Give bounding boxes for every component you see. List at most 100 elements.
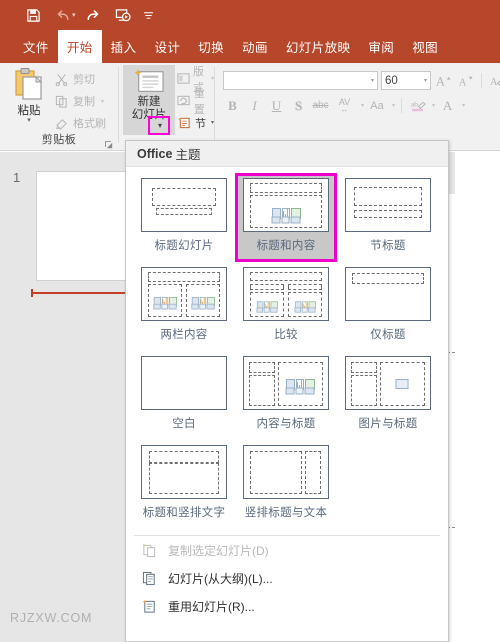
layout-blank[interactable]: 空白 (133, 351, 235, 440)
clear-formatting-button[interactable]: A (488, 71, 500, 90)
layout-thumbnail (141, 445, 227, 499)
gallery-header-rest: 主题 (175, 148, 201, 162)
ribbon-group-font: ▾ 60 ▾ A A A B I U S abc AV ↔ ▾ Aa ▾ ab … (215, 63, 500, 151)
svg-text:A: A (459, 77, 467, 88)
font-size-input[interactable]: 60 ▾ (381, 71, 431, 90)
italic-button[interactable]: I (245, 96, 264, 115)
tab-slideshow[interactable]: 幻灯片放映 (277, 30, 360, 63)
layout-section-header[interactable]: 节标题 (337, 173, 439, 262)
font-color-caret[interactable]: ▾ (462, 102, 465, 109)
tab-file[interactable]: 文件 (14, 30, 58, 63)
slides-from-outline-icon (140, 569, 158, 587)
svg-text:ab: ab (411, 99, 418, 108)
reset-command[interactable]: 重置 (177, 88, 214, 116)
text-highlight-caret[interactable]: ▾ (432, 102, 435, 109)
font-name-input[interactable]: ▾ (223, 71, 378, 90)
undo-dropdown-caret[interactable]: ▾ (72, 12, 76, 19)
reset-icon (177, 93, 191, 108)
layout-label: 标题和竖排文字 (142, 507, 226, 519)
reuse-slides-icon (140, 597, 158, 615)
duplicate-selected-slides-command[interactable]: 复制选定幻灯片(D) (126, 536, 448, 564)
bold-button[interactable]: B (223, 96, 242, 115)
character-spacing-button[interactable]: AV ↔ (333, 96, 356, 115)
section-command[interactable]: 节 ▾ (177, 113, 214, 132)
tab-design[interactable]: 设计 (145, 30, 189, 63)
ribbon-body: 粘贴 ▾ 剪切 复制 ▾ 格式刷 剪贴板 新建 幻灯片 ▾ 版式 ▾ 重置 节 … (0, 63, 500, 151)
tab-insert[interactable]: 插入 (102, 30, 146, 63)
increase-font-size-button[interactable]: A (434, 71, 453, 90)
tab-review[interactable]: 审阅 (359, 30, 403, 63)
layout-title-vertical-text[interactable]: 标题和竖排文字 (133, 440, 235, 529)
text-shadow-button[interactable]: S (289, 96, 308, 115)
underline-button[interactable]: U (267, 96, 286, 115)
layout-thumbnail (141, 178, 227, 232)
font-name-caret[interactable]: ▾ (371, 77, 374, 84)
customize-qat-icon[interactable] (138, 2, 160, 28)
svg-text:A: A (436, 74, 445, 88)
window-right-edge (492, 152, 500, 642)
slideshow-icon[interactable] (108, 2, 138, 28)
change-case-caret[interactable]: ▾ (392, 102, 395, 109)
layout-label: 标题和内容 (256, 240, 316, 252)
section-label: 节 (195, 117, 206, 130)
layout-title-only[interactable]: 仅标题 (337, 262, 439, 351)
paste-dropdown-caret[interactable]: ▾ (27, 117, 31, 124)
tab-home[interactable]: 开始 (57, 30, 102, 63)
reuse-slides-command[interactable]: 重用幻灯片(R)... (126, 592, 448, 620)
tab-view[interactable]: 视图 (403, 30, 447, 63)
layout-thumbnail (141, 356, 227, 410)
slides-from-outline-command[interactable]: 幻灯片(从大纲)(L)... (126, 564, 448, 592)
layout-title-slide[interactable]: 标题幻灯片 (133, 173, 235, 262)
layout-label: 仅标题 (370, 329, 406, 341)
decrease-font-size-button[interactable]: A (456, 71, 475, 90)
watermark-text: RJZXW.COM (10, 611, 93, 625)
tab-transitions[interactable]: 切换 (189, 30, 233, 63)
clipboard-dialog-launcher[interactable] (105, 137, 114, 149)
layout-thumbnail (243, 267, 329, 321)
save-icon[interactable] (18, 2, 48, 28)
layout-grid: 标题幻灯片 标题和内容 节标题 两栏内容 比较 仅标题 空白 内容与标题 图片与… (126, 167, 448, 529)
quick-access-toolbar: ▾ (0, 0, 500, 30)
layout-comparison[interactable]: 比较 (235, 262, 337, 351)
text-highlight-color-button[interactable]: ab (408, 96, 427, 115)
layout-label: 标题幻灯片 (154, 240, 214, 252)
layout-vertical-title-text[interactable]: 竖排标题与文本 (235, 440, 337, 529)
layout-label: 空白 (172, 418, 196, 430)
paste-button[interactable]: 粘贴 ▾ (6, 67, 52, 131)
layout-thumbnail (345, 356, 431, 410)
svg-text:A: A (490, 76, 498, 87)
layout-picture-with-caption[interactable]: 图片与标题 (337, 351, 439, 440)
font-size-caret[interactable]: ▾ (424, 77, 427, 84)
duplicate-slide-label: 复制选定幻灯片(D) (168, 543, 269, 558)
gallery-header: Office 主题 (126, 141, 448, 167)
copy-command[interactable]: 复制 ▾ (54, 91, 104, 111)
font-color-button[interactable]: A (438, 96, 457, 115)
scissors-icon (54, 72, 69, 87)
format-painter-label: 格式刷 (73, 118, 106, 130)
character-spacing-caret[interactable]: ▾ (361, 102, 364, 109)
reuse-slides-label: 重用幻灯片(R)... (168, 599, 255, 614)
strikethrough-button[interactable]: abc (311, 96, 330, 115)
slide-insert-indicator (31, 289, 127, 297)
layout-title-content[interactable]: 标题和内容 (235, 173, 337, 262)
format-painter-command[interactable]: 格式刷 (54, 113, 106, 133)
new-slide-label-1: 新建 (137, 96, 161, 108)
layout-label: 内容与标题 (256, 418, 316, 430)
slide-number: 1 (13, 170, 21, 185)
copy-dropdown-caret[interactable]: ▾ (101, 98, 104, 105)
gallery-header-bold: Office (137, 146, 173, 161)
slide-thumbnail-panel[interactable]: 1 RJZXW.COM (0, 152, 128, 642)
layout-content-with-caption[interactable]: 内容与标题 (235, 351, 337, 440)
duplicate-slide-icon (140, 541, 158, 559)
layout-icon (177, 71, 190, 86)
redo-icon[interactable] (78, 2, 108, 28)
layout-label: 竖排标题与文本 (244, 507, 328, 519)
layout-two-content[interactable]: 两栏内容 (133, 262, 235, 351)
layout-thumbnail (141, 267, 227, 321)
new-slide-icon (134, 69, 164, 92)
slide-thumbnail-1[interactable] (36, 171, 128, 281)
cut-command[interactable]: 剪切 (54, 69, 95, 89)
font-size-value: 60 (385, 74, 398, 87)
change-case-button[interactable]: Aa (367, 96, 387, 115)
tab-animations[interactable]: 动画 (233, 30, 277, 63)
